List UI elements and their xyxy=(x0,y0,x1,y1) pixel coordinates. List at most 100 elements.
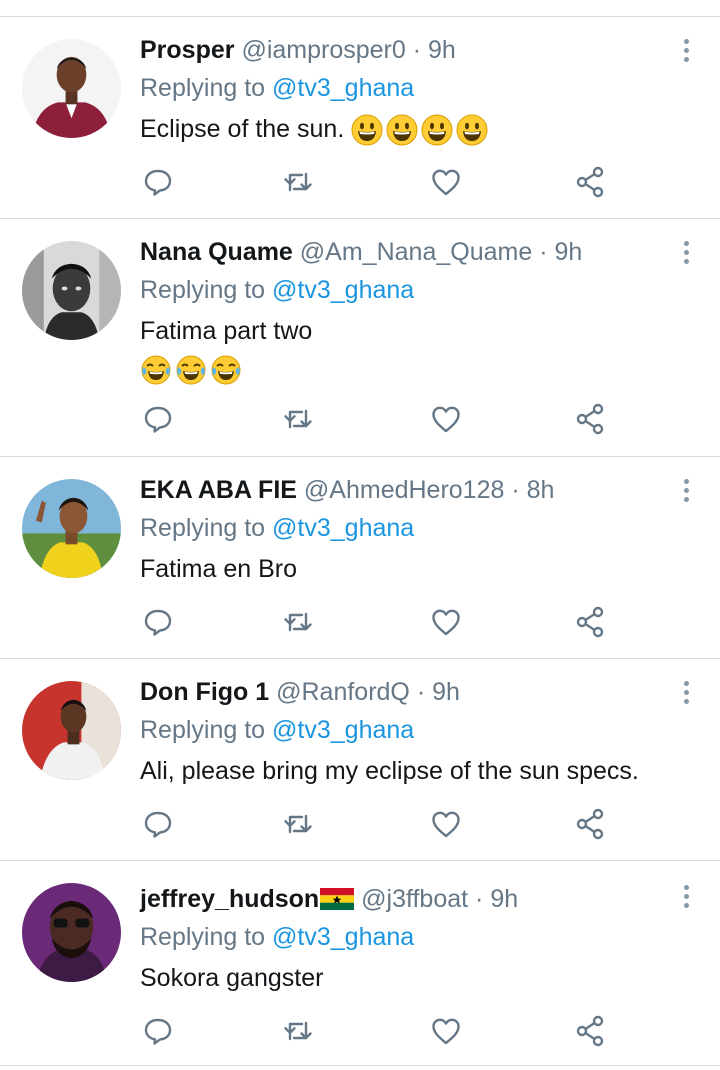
display-name[interactable]: Nana Quame xyxy=(140,238,293,266)
tweet-text: Fatima part two xyxy=(140,312,312,350)
reply-tweet[interactable]: EKA ABA FIE @AhmedHero128 · 8h Replying … xyxy=(0,457,720,659)
emoji-group xyxy=(140,354,242,386)
replying-to-mention[interactable]: @tv3_ghana xyxy=(272,923,414,951)
retweet-icon[interactable] xyxy=(280,806,316,842)
user-handle[interactable]: @iamprosper0 xyxy=(241,36,405,64)
tears-of-joy-emoji xyxy=(176,355,206,385)
share-icon[interactable] xyxy=(573,401,609,437)
tweet-actions xyxy=(0,806,720,842)
reply-icon[interactable] xyxy=(140,1013,176,1049)
replying-to-mention[interactable]: @tv3_ghana xyxy=(272,514,414,542)
tweet-divider xyxy=(0,1065,720,1066)
avatar[interactable] xyxy=(22,39,121,138)
grinning-face-emoji xyxy=(351,114,383,146)
grinning-face-emoji xyxy=(456,114,488,146)
tweet-text-content: Ali, please bring my eclipse of the sun … xyxy=(140,757,639,785)
replying-to-label: Replying to xyxy=(140,716,266,744)
retweet-icon[interactable] xyxy=(280,1013,316,1049)
tweet-text-content: Fatima part two xyxy=(140,317,313,345)
avatar[interactable] xyxy=(22,681,121,780)
reply-icon[interactable] xyxy=(140,401,176,437)
tweet-actions xyxy=(0,164,720,200)
ghana-flag-emoji xyxy=(320,888,355,910)
more-options-icon[interactable] xyxy=(682,885,690,911)
timestamp[interactable]: 9h xyxy=(432,678,460,706)
like-icon[interactable] xyxy=(428,401,464,437)
replying-to-label: Replying to xyxy=(140,514,266,542)
more-options-icon[interactable] xyxy=(682,681,690,707)
reply-icon[interactable] xyxy=(140,806,176,842)
tweet-text-line2 xyxy=(140,350,242,388)
user-handle[interactable]: @j3ffboat xyxy=(361,885,468,913)
share-icon[interactable] xyxy=(573,164,609,200)
tweet-text: Ali, please bring my eclipse of the sun … xyxy=(140,752,639,790)
tweet-actions xyxy=(0,604,720,640)
avatar[interactable] xyxy=(22,479,121,578)
retweet-icon[interactable] xyxy=(280,164,316,200)
retweet-icon[interactable] xyxy=(280,604,316,640)
display-name[interactable]: jeffrey_hudson xyxy=(140,885,319,913)
reply-icon[interactable] xyxy=(140,164,176,200)
like-icon[interactable] xyxy=(428,1013,464,1049)
tweet-header: Nana Quame @Am_Nana_Quame · 9h xyxy=(140,236,660,268)
user-handle[interactable]: @Am_Nana_Quame xyxy=(300,238,532,266)
timestamp[interactable]: 8h xyxy=(527,476,555,504)
grinning-face-emoji xyxy=(386,114,418,146)
avatar[interactable] xyxy=(22,883,121,982)
like-icon[interactable] xyxy=(428,164,464,200)
tears-of-joy-emoji xyxy=(211,355,241,385)
display-name[interactable]: Don Figo 1 xyxy=(140,678,269,706)
tweet-actions xyxy=(0,401,720,437)
tweet-header: Prosper @iamprosper0 · 9h xyxy=(140,34,660,66)
display-name[interactable]: Prosper xyxy=(140,36,234,64)
separator-dot: · xyxy=(412,36,422,64)
reply-icon[interactable] xyxy=(140,604,176,640)
retweet-icon[interactable] xyxy=(280,401,316,437)
like-icon[interactable] xyxy=(428,604,464,640)
tweet-text-content: Sokora gangster xyxy=(140,964,324,992)
tweet-header: Don Figo 1 @RanfordQ · 9h xyxy=(140,676,660,708)
separator-dot: · xyxy=(475,885,484,913)
user-handle[interactable]: @RanfordQ xyxy=(276,678,410,706)
replying-to: Replying to @tv3_ghana xyxy=(140,274,414,306)
tweet-header: jeffrey_hudson @j3ffboat · 9h xyxy=(140,883,660,915)
tweet-text: Fatima en Bro xyxy=(140,550,297,588)
reply-tweet[interactable]: Prosper @iamprosper0 · 9h Replying to @t… xyxy=(0,17,720,219)
grinning-face-emoji xyxy=(421,114,453,146)
more-options-icon[interactable] xyxy=(682,479,690,505)
tears-of-joy-emoji xyxy=(141,355,171,385)
tweet-header: EKA ABA FIE @AhmedHero128 · 8h xyxy=(140,474,660,506)
reply-tweet[interactable]: jeffrey_hudson @j3ffboat · 9h Replying t… xyxy=(0,861,720,1070)
replying-to-label: Replying to xyxy=(140,74,266,102)
tweet-text-content: Eclipse of the sun. xyxy=(140,115,345,143)
reply-tweet[interactable]: Don Figo 1 @RanfordQ · 9h Replying to @t… xyxy=(0,659,720,861)
tweet-text: Sokora gangster xyxy=(140,959,323,997)
tweet-text-content: Fatima en Bro xyxy=(140,555,298,583)
replying-to-label: Replying to xyxy=(140,923,266,951)
tweet-text: Eclipse of the sun. xyxy=(140,110,488,148)
replying-to-mention[interactable]: @tv3_ghana xyxy=(272,74,414,102)
more-options-icon[interactable] xyxy=(682,39,690,65)
reply-tweet[interactable]: Nana Quame @Am_Nana_Quame · 9h Replying … xyxy=(0,219,720,457)
more-options-icon[interactable] xyxy=(682,241,690,267)
replying-to-mention[interactable]: @tv3_ghana xyxy=(272,716,414,744)
replying-to-label: Replying to xyxy=(140,276,266,304)
emoji-group xyxy=(351,114,488,146)
share-icon[interactable] xyxy=(573,1013,609,1049)
share-icon[interactable] xyxy=(573,604,609,640)
replying-to: Replying to @tv3_ghana xyxy=(140,921,414,953)
replying-to: Replying to @tv3_ghana xyxy=(140,512,414,544)
replying-to: Replying to @tv3_ghana xyxy=(140,72,414,104)
display-name[interactable]: EKA ABA FIE xyxy=(140,476,297,504)
timestamp[interactable]: 9h xyxy=(554,238,582,266)
avatar[interactable] xyxy=(22,241,121,340)
user-handle[interactable]: @AhmedHero128 xyxy=(304,476,505,504)
like-icon[interactable] xyxy=(428,806,464,842)
separator-dot: · xyxy=(416,678,426,706)
replying-to-mention[interactable]: @tv3_ghana xyxy=(272,276,414,304)
share-icon[interactable] xyxy=(573,806,609,842)
separator-dot: · xyxy=(511,476,520,504)
timestamp[interactable]: 9h xyxy=(490,885,518,913)
tweet-actions xyxy=(0,1013,720,1049)
timestamp[interactable]: 9h xyxy=(428,36,456,64)
